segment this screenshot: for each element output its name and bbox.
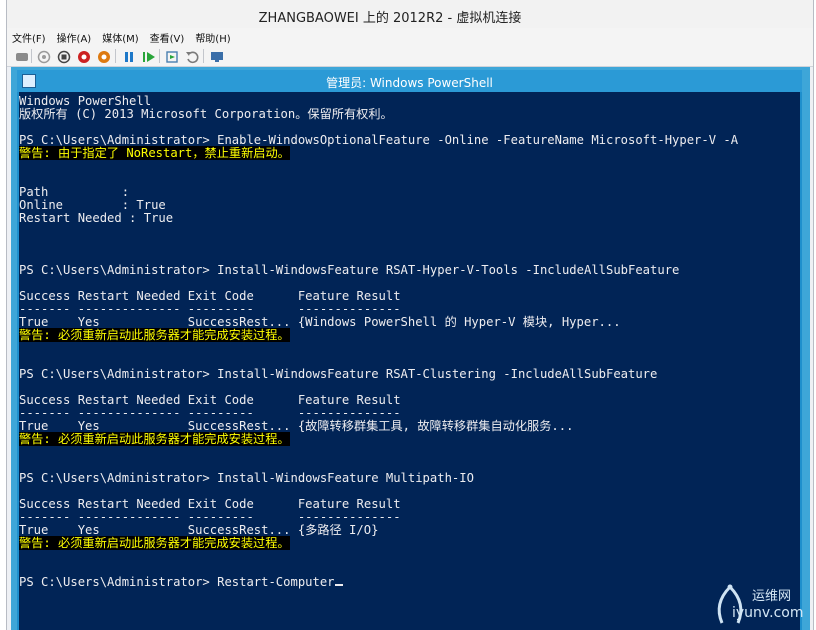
- toolbar-separator: [115, 49, 116, 63]
- console-line-text: Success Restart Needed Exit Code Feature…: [19, 393, 401, 407]
- console-cursor: [334, 584, 343, 586]
- toolbar-separator: [203, 49, 204, 63]
- menu-item[interactable]: 查看(V): [145, 28, 191, 45]
- powershell-title: 管理员: Windows PowerShell: [326, 76, 493, 90]
- menu-item[interactable]: 操作(A): [52, 28, 98, 45]
- console-line-text: Restart Needed : True: [19, 211, 174, 225]
- console-line-text: 警告: 必须重新启动此服务器才能完成安装过程。: [19, 328, 290, 342]
- console-line: Restart Needed : True: [19, 212, 173, 225]
- vm-screen[interactable]: 管理员: Windows PowerShell Windows PowerShe…: [11, 67, 810, 630]
- menu-bar: 文件(F) 操作(A) 媒体(M) 查看(V) 帮助(H): [7, 28, 813, 46]
- console-line-text: 警告: 由于指定了 NoRestart，禁止重新启动。: [19, 146, 290, 160]
- watermark-text-en: iyunv.com: [732, 605, 804, 621]
- console-line-text: 版权所有 (C) 2013 Microsoft Corporation。保留所有…: [19, 107, 393, 121]
- pause-icon[interactable]: [122, 49, 136, 63]
- console-warning-line: 警告: 必须重新启动此服务器才能完成安装过程。: [19, 536, 290, 550]
- vm-window-title: ZHANGBAOWEI 上的 2012R2 - 虚拟机连接: [258, 11, 522, 26]
- resume-icon[interactable]: [142, 49, 156, 63]
- enhanced-session-icon[interactable]: [210, 49, 224, 63]
- console-warning-line: 警告: 必须重新启动此服务器才能完成安装过程。: [19, 328, 290, 342]
- console-line-text: Online : True: [19, 198, 166, 212]
- menu-item[interactable]: 帮助(H): [190, 28, 236, 45]
- console-line-text: Success Restart Needed Exit Code Feature…: [19, 497, 401, 511]
- console-line: PS C:\Users\Administrator> Install-Windo…: [19, 472, 474, 485]
- watermark-text-cn: 运维网: [752, 589, 792, 604]
- powershell-titlebar[interactable]: 管理员: Windows PowerShell: [17, 70, 802, 92]
- snapshot-icon[interactable]: [165, 49, 179, 63]
- revert-icon[interactable]: [185, 49, 199, 64]
- console-line-text: True Yes SuccessRest... {Windows PowerSh…: [19, 315, 621, 329]
- menu-item[interactable]: 文件(F): [7, 28, 52, 45]
- shutdown-icon[interactable]: [77, 49, 91, 63]
- console-line-text: True Yes SuccessRest... {故障转移群集工具, 故障转移群…: [19, 419, 574, 433]
- console-line-text: PS C:\Users\Administrator> Restart-Compu…: [19, 575, 335, 589]
- console-line-text: True Yes SuccessRest... {多路径 I/O}: [19, 523, 379, 537]
- console-line-text: Path :: [19, 185, 130, 199]
- console-line: PS C:\Users\Administrator> Restart-Compu…: [19, 576, 343, 589]
- watermark: 运维网 iyunv.com: [710, 583, 810, 627]
- console-line-text: Success Restart Needed Exit Code Feature…: [19, 289, 401, 303]
- console-warning-line: 警告: 由于指定了 NoRestart，禁止重新启动。: [19, 146, 290, 160]
- console-line-text: ------- -------------- --------- -------…: [19, 510, 401, 524]
- ctrl-alt-del-icon[interactable]: [15, 49, 29, 63]
- turn-off-icon[interactable]: [57, 49, 71, 64]
- start-icon[interactable]: [37, 49, 51, 64]
- console-area[interactable]: Windows PowerShell 版权所有 (C) 2013 Microsof…: [19, 92, 800, 630]
- toolbar: [7, 46, 813, 67]
- console-line: PS C:\Users\Administrator> Install-Windo…: [19, 368, 657, 381]
- console-line-text: 警告: 必须重新启动此服务器才能完成安装过程。: [19, 536, 290, 550]
- console-line-text: ------- -------------- --------- -------…: [19, 302, 401, 316]
- console-line-text: ------- -------------- --------- -------…: [19, 406, 401, 420]
- toolbar-separator: [159, 49, 160, 63]
- console-line-text: PS C:\Users\Administrator> Install-Windo…: [19, 471, 474, 485]
- menu-item[interactable]: 媒体(M): [97, 28, 144, 45]
- console-line: 版权所有 (C) 2013 Microsoft Corporation。保留所有…: [19, 108, 393, 121]
- vm-connection-window: ZHANGBAOWEI 上的 2012R2 - 虚拟机连接 文件(F) 操作(A)…: [6, 0, 814, 630]
- powershell-window: 管理员: Windows PowerShell Windows PowerShe…: [17, 70, 802, 630]
- console-warning-line: 警告: 必须重新启动此服务器才能完成安装过程。: [19, 432, 290, 446]
- vm-titlebar[interactable]: ZHANGBAOWEI 上的 2012R2 - 虚拟机连接: [7, 0, 813, 30]
- console-line-text: PS C:\Users\Administrator> Install-Windo…: [19, 263, 680, 277]
- console-line-text: PS C:\Users\Administrator> Install-Windo…: [19, 367, 658, 381]
- save-icon[interactable]: [97, 49, 111, 63]
- console-line-text: PS C:\Users\Administrator> Enable-Window…: [19, 133, 739, 147]
- console-line-text: 警告: 必须重新启动此服务器才能完成安装过程。: [19, 432, 290, 446]
- console-line-text: Windows PowerShell: [19, 94, 152, 108]
- toolbar-separator: [31, 49, 32, 63]
- console-line: PS C:\Users\Administrator> Install-Windo…: [19, 264, 679, 277]
